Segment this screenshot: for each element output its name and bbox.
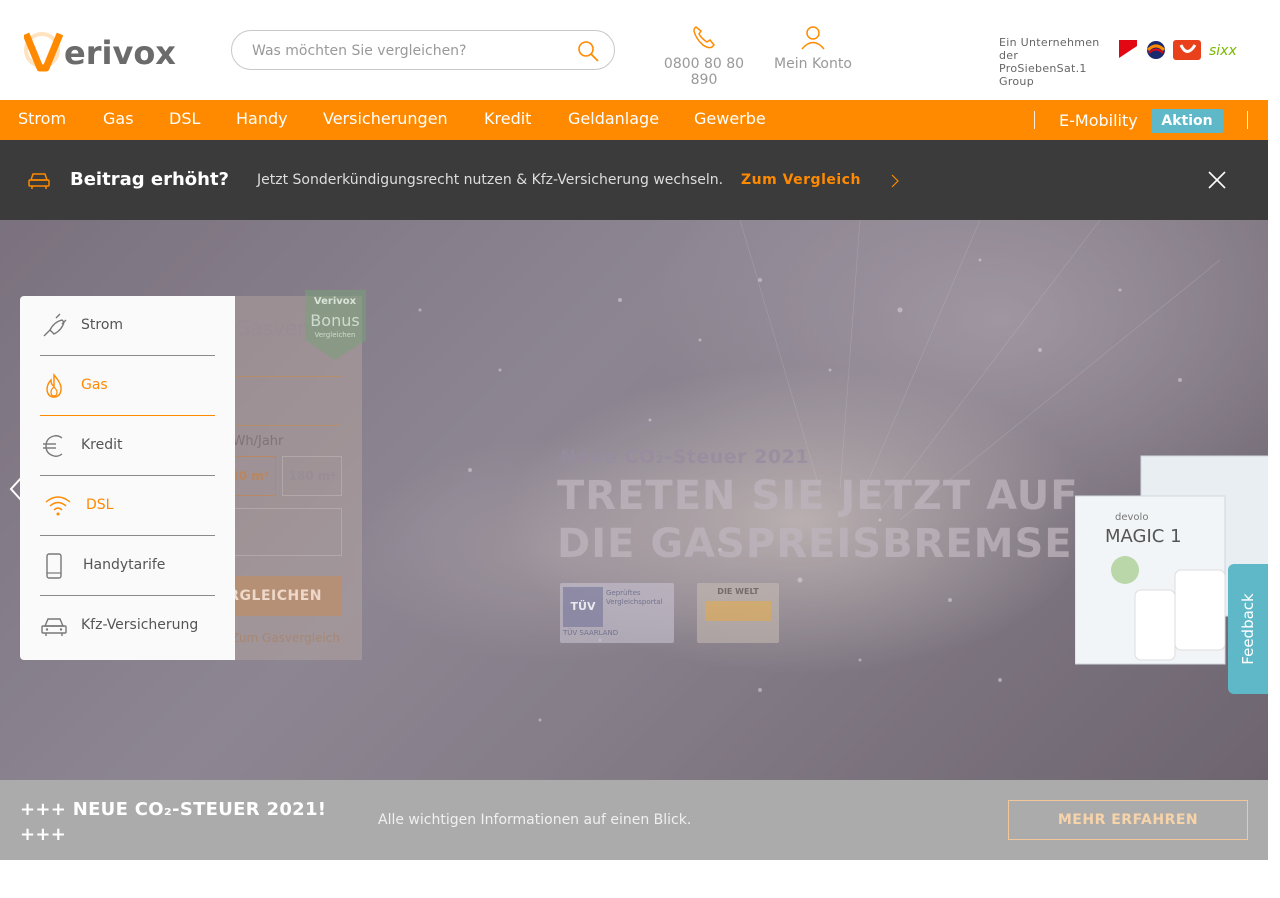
- nav-divider: [1034, 111, 1035, 129]
- prosieben-logo[interactable]: [1119, 40, 1137, 62]
- svg-text:erivox: erivox: [64, 34, 176, 72]
- feedback-tab[interactable]: Feedback: [1228, 564, 1268, 694]
- menu-item-dsl[interactable]: DSL: [40, 476, 215, 536]
- aktion-badge[interactable]: Aktion: [1151, 109, 1223, 133]
- group-text: Ein Unternehmen der ProSiebenSat.1 Group: [999, 36, 1100, 88]
- wifi-icon: [45, 496, 71, 516]
- search-box[interactable]: [231, 30, 615, 70]
- hero-title-line1: TRETEN SIE JETZT AUF: [557, 473, 1079, 519]
- bonus-badge-line1: Verivox: [314, 296, 357, 307]
- car-icon: [28, 173, 50, 189]
- svg-text:sixx: sixx: [1209, 43, 1237, 58]
- menu-item-label: DSL: [86, 497, 114, 513]
- menu-item-label: Kredit: [81, 437, 123, 453]
- hero-title-line2: DIE GASPREISBREMSE: [557, 521, 1073, 567]
- euro-icon: [43, 435, 63, 457]
- welt-seal-ribbon: [705, 601, 771, 621]
- menu-item-strom[interactable]: Strom: [40, 296, 215, 356]
- banner-cta-link[interactable]: Zum Vergleich: [741, 172, 861, 188]
- menu-item-kredit[interactable]: Kredit: [40, 416, 215, 476]
- welt-seal-title: DIE WELT: [717, 587, 759, 596]
- menu-item-handytarife[interactable]: Handytarife: [40, 536, 215, 596]
- nav-item-handy[interactable]: Handy: [236, 109, 288, 128]
- nav-item-emobility[interactable]: E-Mobility: [1059, 111, 1138, 130]
- flame-icon: [46, 373, 62, 398]
- user-icon: [801, 26, 825, 50]
- account-label: Mein Konto: [774, 56, 852, 72]
- hero-title: TRETEN SIE JETZT AUF DIE GASPREISBREMSE: [557, 472, 1079, 568]
- menu-item-label: Strom: [81, 317, 124, 333]
- bonus-badge-line2: Bonus: [310, 311, 359, 330]
- phone-icon: [46, 553, 62, 579]
- phone-number: 0800 80 80 890: [663, 56, 745, 88]
- device-name: MAGIC 1: [1105, 526, 1182, 547]
- search-input[interactable]: [252, 40, 572, 62]
- bonus-badge-line3: Vergleichen: [315, 331, 356, 339]
- nav-item-geldanlage[interactable]: Geldanlage: [568, 109, 659, 128]
- strip-title: +++ NEUE CO₂-STEUER 2021! +++: [20, 799, 327, 845]
- menu-item-kfz-versicherung[interactable]: Kfz-Versicherung: [40, 596, 215, 656]
- menu-item-gas[interactable]: Gas: [40, 356, 215, 416]
- bonus-badge: Verivox Bonus Vergleichen: [305, 290, 366, 360]
- menu-item-label: Handytarife: [83, 557, 166, 573]
- close-icon[interactable]: [1207, 170, 1227, 190]
- phone-icon: [693, 26, 716, 49]
- nav-item-dsl[interactable]: DSL: [169, 109, 200, 128]
- search-icon[interactable]: [576, 39, 600, 63]
- chevron-right-icon[interactable]: [890, 174, 900, 188]
- tuv-logo: TÜV: [563, 587, 603, 627]
- banner-text: Jetzt Sonderkündigungsrecht nutzen & Kfz…: [257, 172, 724, 188]
- site-header: erivox 0800 80 80 890 Mein Konto Ein Unt…: [0, 0, 1268, 100]
- hero-section: Neue CO₂-Steuer 2021 TRETEN SIE JETZT AU…: [0, 220, 1268, 780]
- main-nav: Strom Gas DSL Handy Versicherungen Kredi…: [0, 100, 1268, 140]
- nav-divider: [1247, 111, 1248, 129]
- welt-seal: DIE WELT: [697, 583, 779, 643]
- more-info-button[interactable]: MEHR ERFAHREN: [1008, 800, 1248, 840]
- tuv-seal-caption: Geprüftes Vergleichsportal: [606, 589, 663, 606]
- nav-item-gas[interactable]: Gas: [103, 109, 134, 128]
- nav-item-kredit[interactable]: Kredit: [484, 109, 531, 128]
- tuv-seal-name: TÜV SAARLAND: [563, 629, 619, 637]
- co2-info-strip: +++ NEUE CO₂-STEUER 2021! +++ Alle wicht…: [0, 780, 1268, 860]
- account-link[interactable]: Mein Konto: [770, 24, 856, 72]
- nav-item-versicherungen[interactable]: Versicherungen: [323, 109, 448, 128]
- category-menu: Strom Gas Kredit DSL Handytarife Kfz-Ver…: [20, 296, 235, 660]
- plug-icon: [43, 313, 67, 337]
- strip-text: Alle wichtigen Informationen auf einen B…: [378, 812, 692, 828]
- tuv-seal: TÜV Geprüftes Vergleichsportal TÜV SAARL…: [560, 583, 674, 643]
- menu-item-label: Kfz-Versicherung: [81, 617, 199, 633]
- phone-hotline[interactable]: 0800 80 80 890: [660, 24, 748, 88]
- device-brand: devolo: [1115, 512, 1148, 523]
- promo-banner: Beitrag erhöht? Jetzt Sonderkündigungsre…: [0, 140, 1268, 220]
- living-space-option[interactable]: 180 m²: [282, 456, 342, 496]
- car-icon: [41, 618, 67, 636]
- verivox-logo[interactable]: erivox: [22, 28, 199, 72]
- nav-item-gewerbe[interactable]: Gewerbe: [694, 109, 766, 128]
- sixx-logo[interactable]: sixx: [1209, 42, 1249, 62]
- kabeleins-logo[interactable]: [1173, 40, 1201, 64]
- menu-item-label: Gas: [81, 377, 108, 393]
- nav-item-strom[interactable]: Strom: [18, 109, 66, 128]
- banner-title: Beitrag erhöht?: [70, 169, 230, 190]
- feedback-label: Feedback: [1239, 593, 1257, 665]
- hero-kicker: Neue CO₂-Steuer 2021: [560, 446, 810, 468]
- sat1-logo[interactable]: [1146, 40, 1166, 64]
